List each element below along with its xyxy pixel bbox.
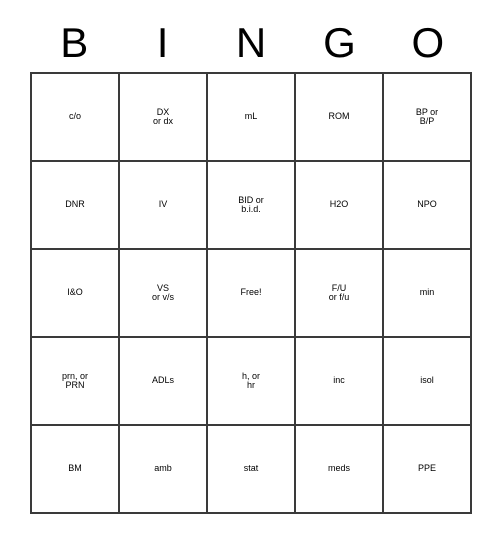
bingo-cell-text: mL <box>208 112 294 121</box>
bingo-cell-b-3[interactable]: I&O <box>32 250 120 338</box>
bingo-cell-text: min <box>384 288 470 297</box>
bingo-row: DNR IV BID or b.i.d. H2O NPO <box>32 162 472 250</box>
bingo-cell-g-4[interactable]: inc <box>296 338 384 426</box>
bingo-cell-i-1[interactable]: DX or dx <box>120 74 208 162</box>
bingo-cell-b-5[interactable]: BM <box>32 426 120 514</box>
bingo-cell-text: prn, or PRN <box>32 371 118 391</box>
bingo-cell-line: B/P <box>419 116 435 126</box>
bingo-cell-b-2[interactable]: DNR <box>32 162 120 250</box>
bingo-row: BM amb stat meds PPE <box>32 426 472 514</box>
bingo-cell-text: isol <box>384 376 470 385</box>
bingo-cell-i-5[interactable]: amb <box>120 426 208 514</box>
bingo-cell-text: amb <box>120 464 206 473</box>
bingo-cell-line: I&O <box>67 287 83 298</box>
bingo-cell-line: PPE <box>417 463 436 474</box>
bingo-cell-i-4[interactable]: ADLs <box>120 338 208 426</box>
bingo-cell-text: BID or b.i.d. <box>208 195 294 215</box>
bingo-cell-line: IV <box>158 199 168 210</box>
bingo-cell-text: Free! <box>208 288 294 297</box>
bingo-cell-line: ROM <box>328 111 350 122</box>
bingo-cell-text: ROM <box>296 112 382 121</box>
bingo-cell-o-5[interactable]: PPE <box>384 426 472 514</box>
bingo-cell-text: H2O <box>296 200 382 209</box>
bingo-cell-b-1[interactable]: c/o <box>32 74 120 162</box>
bingo-cell-text: I&O <box>32 288 118 297</box>
bingo-cell-g-1[interactable]: ROM <box>296 74 384 162</box>
bingo-cell-line: or v/s <box>151 292 174 302</box>
bingo-cell-n-2[interactable]: BID or b.i.d. <box>208 162 296 250</box>
bingo-cell-text: inc <box>296 376 382 385</box>
bingo-cell-line: meds <box>327 463 350 474</box>
bingo-header-letter-n: N <box>235 19 267 66</box>
bingo-cell-line: BM <box>68 463 82 474</box>
bingo-cell-line: Free! <box>240 287 262 298</box>
bingo-cell-text: ADLs <box>120 376 206 385</box>
bingo-cell-text: meds <box>296 464 382 473</box>
bingo-cell-o-1[interactable]: BP or B/P <box>384 74 472 162</box>
bingo-cell-text: BP or B/P <box>384 107 470 127</box>
bingo-cell-text: VS or v/s <box>120 283 206 303</box>
bingo-cell-o-3[interactable]: min <box>384 250 472 338</box>
bingo-cell-g-2[interactable]: H2O <box>296 162 384 250</box>
bingo-cell-i-2[interactable]: IV <box>120 162 208 250</box>
bingo-cell-text: DNR <box>32 200 118 209</box>
bingo-cell-text: h, or hr <box>208 371 294 391</box>
bingo-row: I&O VS or v/s Free! F/U or f/u min <box>32 250 472 338</box>
bingo-row: c/o DX or dx mL ROM BP or B/P <box>32 74 472 162</box>
bingo-cell-n-5[interactable]: stat <box>208 426 296 514</box>
bingo-cell-text: IV <box>120 200 206 209</box>
bingo-header-letter-g: G <box>323 19 356 66</box>
bingo-cell-free[interactable]: Free! <box>208 250 296 338</box>
bingo-cell-n-4[interactable]: h, or hr <box>208 338 296 426</box>
bingo-grid: c/o DX or dx mL ROM BP or B/P DNR IV BID or b.i.d.… <box>30 72 472 514</box>
bingo-cell-text: PPE <box>384 464 470 473</box>
bingo-cell-n-1[interactable]: mL <box>208 74 296 162</box>
bingo-cell-text: BM <box>32 464 118 473</box>
bingo-header-row: BINGO <box>30 14 472 72</box>
bingo-cell-line: isol <box>420 375 434 386</box>
bingo-cell-b-4[interactable]: prn, or PRN <box>32 338 120 426</box>
bingo-cell-o-2[interactable]: NPO <box>384 162 472 250</box>
bingo-cell-line: mL <box>244 111 258 122</box>
bingo-cell-text: F/U or f/u <box>296 283 382 303</box>
bingo-cell-line: or f/u <box>328 292 350 302</box>
bingo-cell-text: c/o <box>32 112 118 121</box>
bingo-cell-line: hr <box>246 380 255 390</box>
bingo-cell-text: stat <box>208 464 294 473</box>
bingo-header-letter-i: I <box>156 19 169 66</box>
bingo-row: prn, or PRN ADLs h, or hr inc isol <box>32 338 472 426</box>
bingo-cell-g-3[interactable]: F/U or f/u <box>296 250 384 338</box>
bingo-cell-line: PRN <box>65 380 85 390</box>
bingo-cell-line: or dx <box>152 116 173 126</box>
bingo-card: B I N G O c/o DX or dx mL ROM BP or B/P DNR IV BID or… <box>30 14 472 514</box>
bingo-cell-line: H2O <box>329 199 349 210</box>
bingo-cell-line: amb <box>154 463 172 474</box>
bingo-cell-text: NPO <box>384 200 470 209</box>
bingo-cell-line: inc <box>333 375 345 386</box>
bingo-header-letter-b: B <box>60 19 89 66</box>
bingo-cell-line: stat <box>243 463 259 474</box>
bingo-cell-line: NPO <box>417 199 437 210</box>
bingo-cell-o-4[interactable]: isol <box>384 338 472 426</box>
bingo-cell-line: DNR <box>65 199 85 210</box>
bingo-cell-line: c/o <box>68 111 81 122</box>
bingo-cell-line: ADLs <box>151 375 174 386</box>
bingo-cell-text: DX or dx <box>120 107 206 127</box>
bingo-header-letter-o: O <box>411 19 445 66</box>
bingo-cell-line: b.i.d. <box>241 204 261 214</box>
bingo-cell-i-3[interactable]: VS or v/s <box>120 250 208 338</box>
bingo-cell-g-5[interactable]: meds <box>296 426 384 514</box>
bingo-cell-line: min <box>419 287 435 298</box>
